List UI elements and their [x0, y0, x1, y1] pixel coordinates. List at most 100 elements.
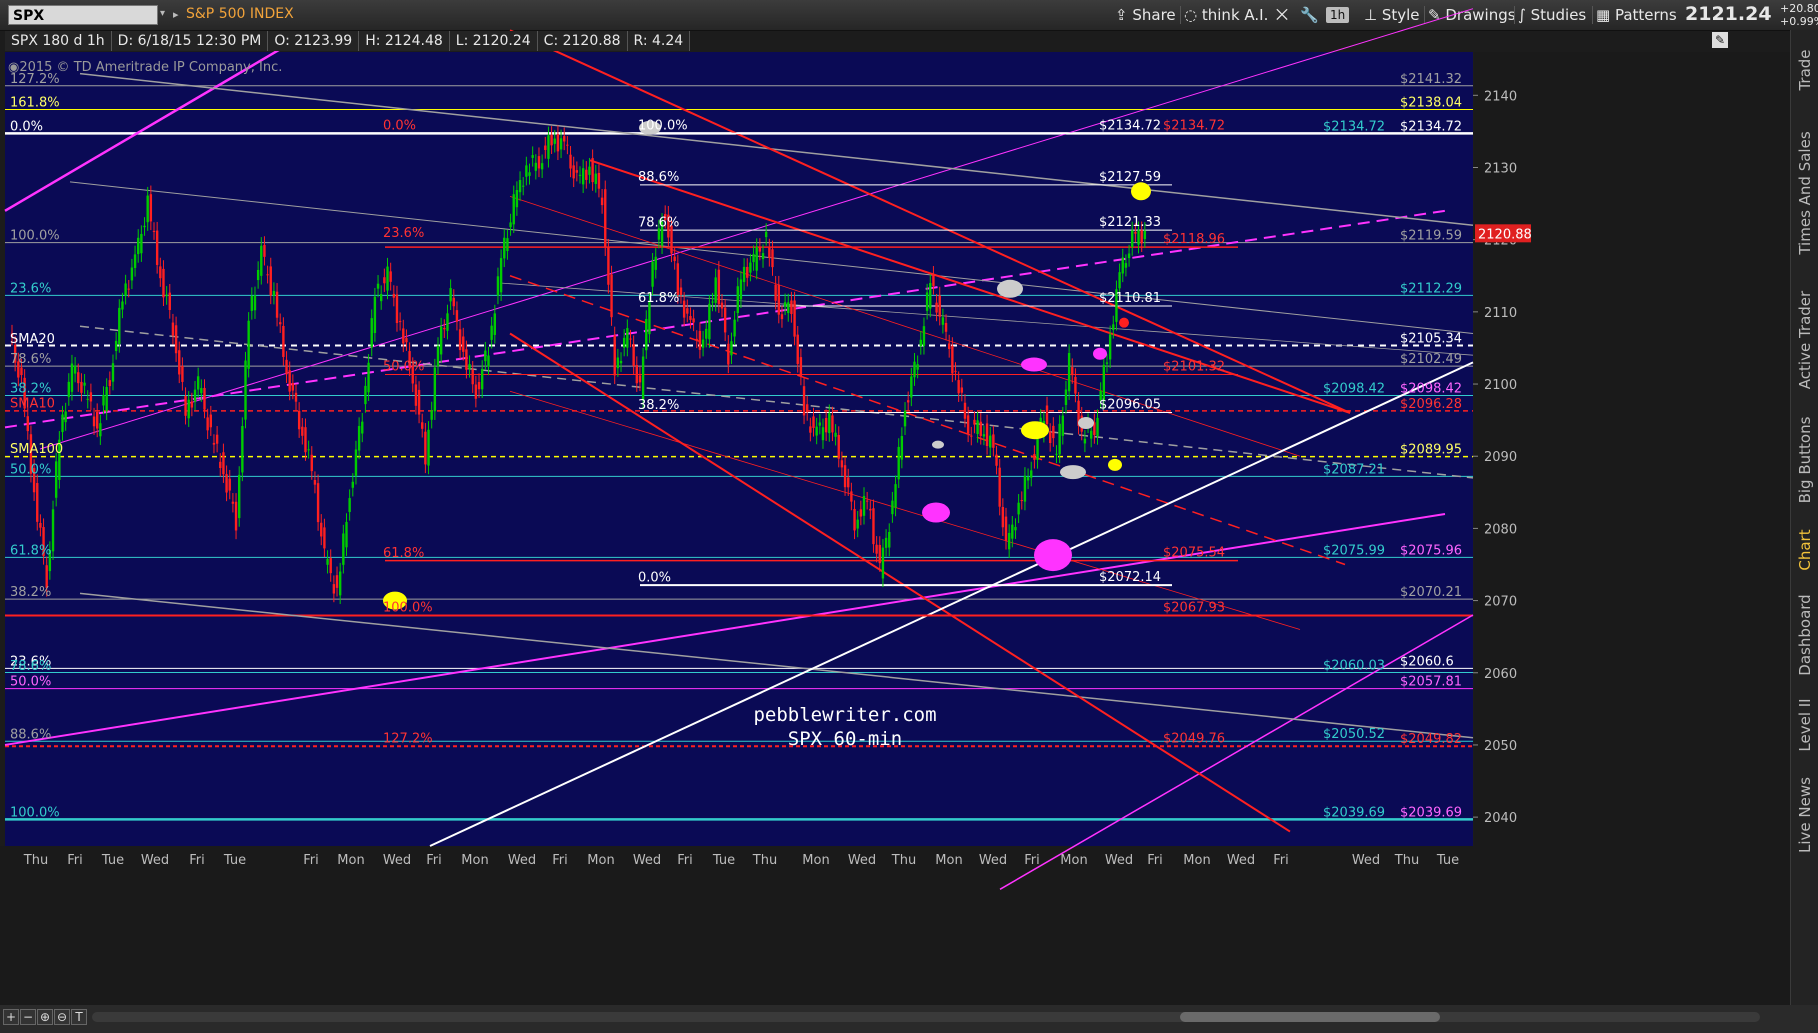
candle-body	[878, 544, 881, 564]
candle-body	[269, 266, 272, 296]
chart-marker	[997, 279, 1023, 298]
candle-body	[799, 357, 803, 377]
x-tick-label: Thu	[1394, 853, 1419, 868]
x-tick-label: Thu	[23, 853, 48, 868]
candle-body	[436, 345, 440, 367]
candle-body	[607, 247, 610, 285]
fib-label: 100.0%	[638, 118, 688, 133]
price-level-label: $2089.95	[1400, 443, 1462, 458]
text-tool-icon[interactable]: T	[71, 1009, 87, 1025]
candle-body	[165, 294, 168, 297]
candle-body	[1083, 438, 1087, 444]
price-level-label: $2138.04	[1400, 95, 1462, 110]
candle-body	[711, 301, 714, 303]
candle-body	[496, 276, 500, 296]
candle-body	[906, 400, 910, 403]
candle-body	[970, 435, 973, 437]
candle-body	[282, 325, 285, 357]
y-tick-label: 2050	[1484, 739, 1517, 754]
candle-body	[1105, 362, 1109, 364]
candle-body	[433, 367, 437, 412]
price-chart[interactable]: 127.2% 161.8% 0.0% 100.0% 23.6% SMA20 78.6% 38.…	[0, 0, 1790, 1005]
fib-price-label: $2075.54	[1163, 546, 1225, 561]
candle-body	[859, 509, 863, 517]
candle-body	[152, 230, 156, 232]
candle-body	[992, 434, 995, 448]
candle-body	[449, 288, 452, 302]
tab-live-news[interactable]: Live News	[1791, 765, 1818, 865]
tab-dashboard[interactable]: Dashboard	[1791, 585, 1818, 685]
candle-body	[698, 330, 702, 350]
level-label: 23.6%	[10, 281, 51, 296]
candle-body	[171, 322, 175, 336]
zoom-reset-icon[interactable]: ⊖	[54, 1009, 70, 1025]
candle-body	[1071, 367, 1074, 376]
y-tick-label: 2100	[1484, 378, 1517, 393]
candle-body	[250, 295, 254, 311]
x-tick-label: Wed	[383, 853, 411, 868]
price-level-label: $2060.6	[1400, 654, 1454, 669]
time-scrollbar[interactable]	[92, 1012, 1760, 1022]
candle-body	[443, 327, 446, 330]
candle-body	[1007, 532, 1011, 550]
scrollbar-thumb[interactable]	[1180, 1012, 1440, 1022]
tab-big-buttons[interactable]: Big Buttons	[1791, 405, 1818, 515]
zoom-fit-icon[interactable]: ⊕	[37, 1009, 53, 1025]
candle-body	[1118, 272, 1121, 289]
candle-body	[774, 284, 777, 301]
price-level-label: $2102.49	[1400, 352, 1462, 367]
candle-body	[225, 474, 228, 493]
candle-body	[572, 165, 575, 179]
candle-body	[326, 558, 329, 565]
chart-marker	[932, 440, 944, 449]
candle-body	[493, 313, 496, 335]
candle-body	[544, 145, 547, 150]
chart-marker	[1131, 182, 1151, 201]
candle-body	[200, 388, 203, 394]
candle-body	[948, 343, 951, 349]
candle-body	[641, 356, 645, 401]
tab-active-trader[interactable]: Active Trader	[1791, 280, 1818, 400]
price-axis-panel	[1474, 52, 1790, 846]
y-tick-label: 2110	[1484, 306, 1517, 321]
candle-body	[998, 467, 1001, 507]
candle-body	[537, 156, 541, 169]
chart-period[interactable]: SPX 180 d 1h	[5, 31, 112, 51]
x-tick-label: Mon	[587, 853, 614, 868]
candle-body	[395, 294, 399, 324]
candle-body	[1036, 436, 1039, 461]
candle-body	[742, 266, 746, 283]
x-tick-label: Thu	[891, 853, 916, 868]
candle-body	[626, 328, 629, 348]
bar-low: L: 2120.24	[449, 31, 538, 51]
tab-times-and-sales[interactable]: Times And Sales	[1791, 110, 1818, 275]
candle-body	[465, 349, 468, 370]
fib-price-label: $2121.33	[1099, 215, 1161, 230]
chart-marker	[1060, 465, 1086, 480]
zoom-in-icon[interactable]: +	[3, 1009, 19, 1025]
candle-body	[550, 134, 553, 146]
candle-body	[487, 355, 490, 367]
y-tick-label: 2140	[1484, 89, 1517, 104]
candle-body	[976, 420, 979, 434]
candle-body	[89, 392, 93, 402]
candle-body	[578, 174, 582, 176]
tab-chart[interactable]: Chart	[1791, 520, 1818, 580]
candle-body	[951, 345, 954, 374]
candle-body	[622, 337, 626, 348]
tab-trade[interactable]: Trade	[1791, 35, 1818, 105]
candle-body	[367, 362, 370, 393]
chart-settings-icon[interactable]: ✎	[1712, 32, 1728, 48]
candle-body	[162, 268, 165, 298]
chart-marker	[922, 502, 950, 523]
zoom-out-icon[interactable]: −	[20, 1009, 36, 1025]
level-label: SMA100	[10, 442, 63, 457]
candle-body	[1026, 477, 1030, 481]
candle-body	[941, 317, 945, 325]
x-tick-label: Thu	[752, 853, 777, 868]
candle-body	[957, 380, 960, 394]
level-label: 50.0%	[10, 675, 51, 690]
candle-body	[853, 508, 856, 531]
candle-body	[847, 477, 850, 488]
tab-level-ii[interactable]: Level II	[1791, 690, 1818, 760]
